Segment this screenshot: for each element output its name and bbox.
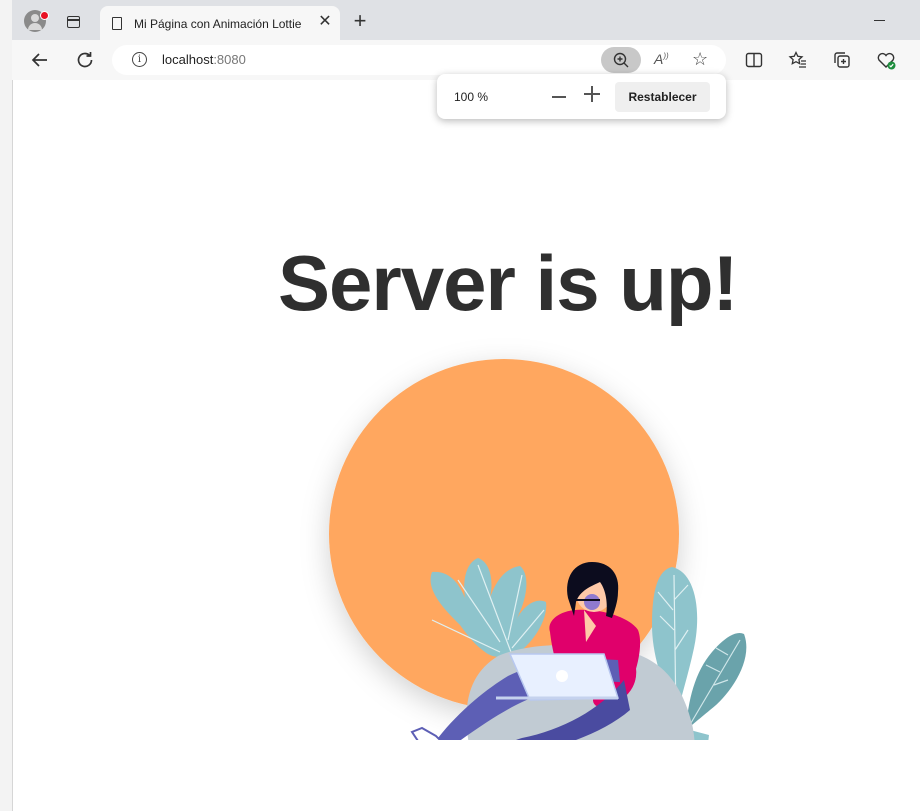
tab-close-icon[interactable]: ✕: [317, 14, 333, 30]
zoom-in-icon: [613, 52, 629, 68]
reset-zoom-button[interactable]: Restablecer: [615, 82, 710, 112]
tab-title: Mi Página con Animación Lottie: [134, 17, 302, 31]
zoom-indicator-button[interactable]: [601, 47, 641, 73]
zoom-level-text: 100 %: [454, 90, 489, 104]
active-tab[interactable]: Mi Página con Animación Lottie ✕: [100, 6, 340, 40]
window-edge: [0, 0, 13, 811]
zoom-out-button[interactable]: [552, 96, 566, 98]
minimize-icon[interactable]: [874, 20, 885, 22]
split-screen-icon[interactable]: [744, 50, 764, 70]
workspaces-icon[interactable]: [67, 16, 80, 28]
person-head: [567, 562, 619, 618]
favorite-star-icon[interactable]: ☆: [692, 49, 708, 70]
lottie-animation: [329, 359, 747, 740]
favorites-icon[interactable]: [788, 50, 808, 70]
tab-strip: Mi Página con Animación Lottie ✕ +: [12, 0, 920, 40]
browser-essentials-icon[interactable]: [876, 50, 896, 70]
zoom-popup: 100 % Restablecer: [437, 74, 726, 119]
address-bar[interactable]: i localhost:8080 A)) ☆: [112, 45, 726, 75]
right-leaf-dark: [686, 632, 747, 730]
back-icon[interactable]: [28, 48, 52, 72]
site-info-icon[interactable]: i: [132, 52, 147, 67]
url-text[interactable]: localhost:8080: [162, 52, 246, 67]
notification-dot: [40, 11, 49, 20]
page-icon: [112, 17, 122, 30]
read-aloud-icon[interactable]: A)): [654, 51, 669, 67]
new-tab-icon[interactable]: +: [350, 10, 370, 32]
collections-icon[interactable]: [832, 50, 852, 70]
zoom-in-button[interactable]: [584, 86, 600, 102]
refresh-icon[interactable]: [73, 48, 97, 72]
browser-chrome: Mi Página con Animación Lottie ✕ + i loc…: [12, 0, 920, 80]
